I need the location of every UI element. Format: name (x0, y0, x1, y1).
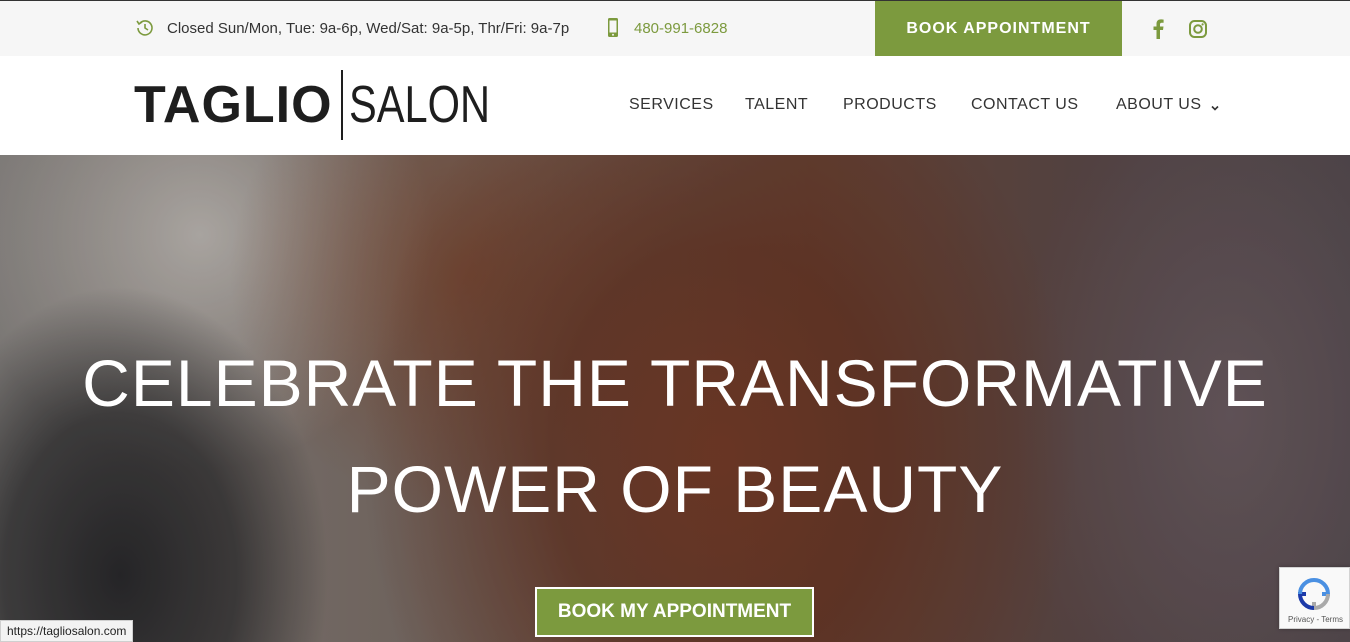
recaptcha-links[interactable]: Privacy - Terms (1280, 615, 1350, 624)
instagram-icon[interactable] (1187, 18, 1209, 40)
top-bar: Closed Sun/Mon, Tue: 9a-6p, Wed/Sat: 9a-… (0, 0, 1350, 57)
nav-talent[interactable]: TALENT (745, 94, 808, 116)
phone-number-link[interactable]: 480-991-6828 (634, 20, 727, 37)
hero-headline-line2: POWER OF BEAUTY (346, 452, 1004, 526)
nav-about-us[interactable]: ABOUT US (1116, 94, 1220, 116)
facebook-icon[interactable] (1147, 18, 1169, 40)
business-hours: Closed Sun/Mon, Tue: 9a-6p, Wed/Sat: 9a-… (134, 13, 569, 43)
recaptcha-badge[interactable]: Privacy - Terms (1279, 567, 1350, 629)
logo-bold-text: TAGLIO (134, 76, 333, 134)
hero-banner: CELEBRATE THE TRANSFORMATIVE POWER OF BE… (0, 155, 1350, 642)
phone-contact[interactable]: 480-991-6828 (606, 13, 727, 43)
nav-contact-us[interactable]: CONTACT US (971, 94, 1079, 116)
book-my-appointment-button[interactable]: BOOK MY APPOINTMENT (535, 587, 814, 637)
logo-light-text: SALON (348, 76, 490, 134)
hours-text: Closed Sun/Mon, Tue: 9a-6p, Wed/Sat: 9a-… (167, 19, 570, 37)
recaptcha-icon (1296, 576, 1332, 612)
nav-services[interactable]: SERVICES (629, 94, 714, 116)
status-url: https://tagliosalon.com (0, 620, 134, 642)
hero-headline-line1: CELEBRATE THE TRANSFORMATIVE (82, 346, 1268, 420)
logo-divider (340, 70, 343, 140)
site-logo[interactable]: TAGLIO SALON (134, 70, 525, 140)
mobile-phone-icon (606, 17, 620, 39)
clock-history-icon (134, 17, 156, 39)
nav-products[interactable]: PRODUCTS (843, 94, 937, 116)
chevron-down-icon (1210, 100, 1220, 111)
site-header: TAGLIO SALON SERVICES TALENT PRODUCTS CO… (0, 56, 1350, 155)
book-appointment-button[interactable]: BOOK APPOINTMENT (875, 1, 1122, 57)
nav-about-us-label: ABOUT US (1116, 96, 1202, 113)
